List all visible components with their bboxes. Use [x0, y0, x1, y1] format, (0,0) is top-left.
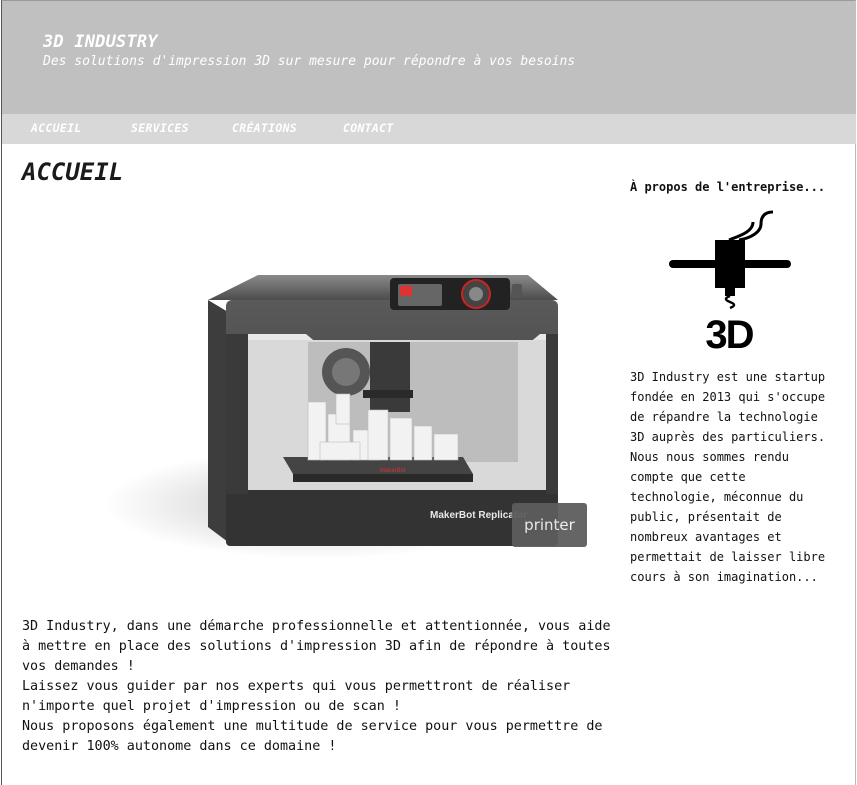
plate-brand-label: MakerBot [380, 468, 406, 474]
guide-paragraph: Laissez vous guider par nos experts qui … [22, 679, 571, 714]
nav-link-creations[interactable]: CRÉATIONS [232, 121, 297, 135]
site-header: 3D INDUSTRY Des solutions d'impression 3… [2, 1, 856, 114]
main-content: 3D Industry, dans une démarche professio… [22, 617, 612, 757]
about-title: À propos de l'entreprise... [630, 180, 826, 194]
services-paragraph: Nous proposons également une multitude d… [22, 719, 603, 754]
printer-image: MakerBot MakerBot Replicator [108, 275, 558, 559]
site-title[interactable]: 3D INDUSTRY [43, 32, 158, 52]
logo-text: 3D [705, 313, 753, 356]
intro-paragraph: 3D Industry, dans une démarche professio… [22, 619, 611, 674]
page-heading: ACCUEIL [22, 158, 124, 186]
main-nav: ACCUEIL SERVICES CRÉATIONS CONTACT [2, 114, 856, 144]
3d-printer-logo-icon: 3D [669, 210, 791, 356]
about-text: 3D Industry est une startup fondée en 20… [630, 370, 826, 584]
site-tagline: Des solutions d'impression 3D sur mesure… [43, 54, 576, 69]
nav-link-contact[interactable]: CONTACT [343, 121, 394, 135]
image-caption-badge: printer [512, 503, 587, 547]
nav-link-accueil[interactable]: ACCUEIL [31, 121, 82, 135]
nav-link-services[interactable]: SERVICES [131, 121, 189, 135]
